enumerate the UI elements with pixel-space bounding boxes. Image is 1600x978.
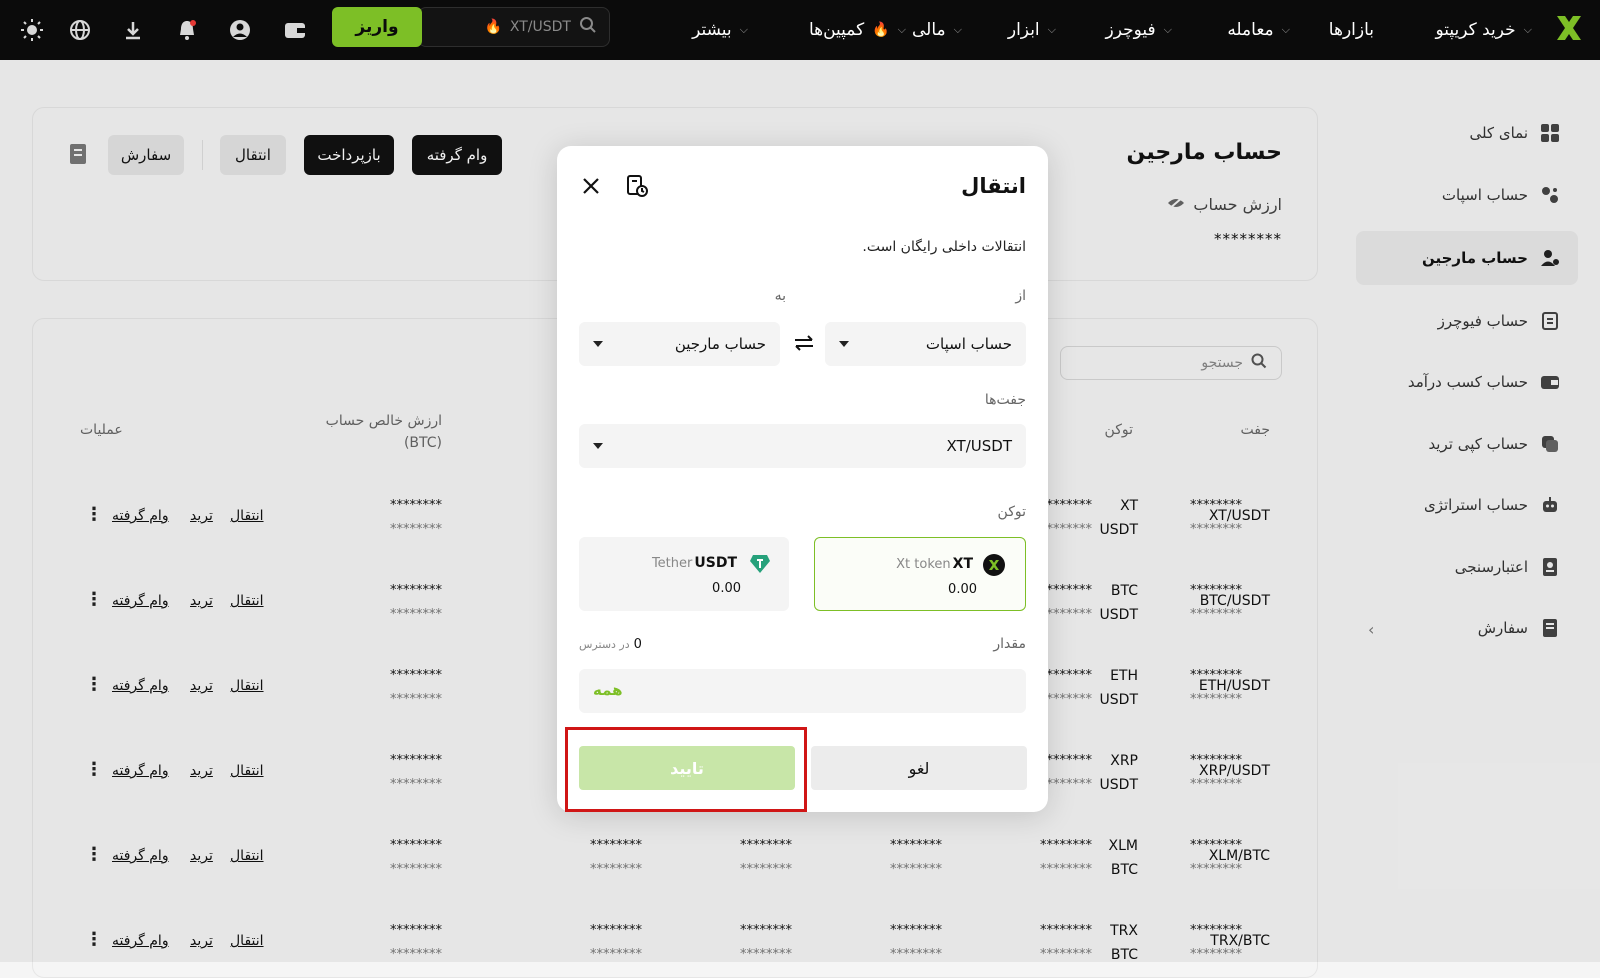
flame-icon: 🔥: [484, 19, 502, 35]
search-text: XT/USDT: [509, 19, 571, 35]
nav-label: بازارها: [1328, 20, 1374, 40]
nav-finance[interactable]: مالی ⌵: [912, 0, 962, 60]
bell-icon[interactable]: [172, 15, 202, 45]
transfer-history-icon[interactable]: [625, 174, 649, 202]
caret-down-icon: [593, 341, 603, 347]
nav-label: فیوچرز: [1105, 20, 1156, 40]
token-symbol: XT: [952, 556, 973, 572]
nav-buy-crypto[interactable]: خرید کریپتو ⌵: [1435, 0, 1532, 60]
nav-label: خرید کریپتو: [1435, 20, 1516, 40]
from-account-value: حساب اسپات: [925, 335, 1012, 353]
user-icon[interactable]: [225, 15, 255, 45]
to-label: به: [774, 288, 786, 304]
token-symbol: USDT: [694, 555, 737, 571]
nav-tools[interactable]: ابزار ⌵: [1008, 0, 1056, 60]
top-navigation-bar: خرید کریپتو ⌵ بازارها معامله ⌵ فیوچرز ⌵ …: [0, 0, 1600, 60]
chevron-down-icon: ⌵: [1281, 23, 1290, 36]
confirm-button-highlight: [565, 727, 807, 812]
chevron-down-icon: ⌵: [1047, 23, 1056, 36]
nav-trade[interactable]: معامله ⌵: [1227, 0, 1290, 60]
caret-down-icon: [593, 443, 603, 449]
modal-subtitle: انتقالات داخلی رایگان است.: [862, 239, 1026, 255]
token-name: Xt token: [896, 557, 951, 572]
to-account-select[interactable]: حساب مارجین: [579, 322, 780, 366]
nav-label: معامله: [1227, 20, 1274, 40]
from-account-select[interactable]: حساب اسپات: [825, 322, 1026, 366]
available-value: 0: [633, 637, 642, 652]
nav-label: ابزار: [1007, 20, 1040, 40]
pairs-value: XT/USDT: [946, 437, 1012, 455]
download-icon[interactable]: [118, 15, 148, 45]
globe-icon[interactable]: [65, 15, 95, 45]
swap-icon[interactable]: [793, 333, 815, 357]
tether-icon: [749, 554, 771, 578]
chevron-down-icon: ⌵: [953, 23, 962, 36]
pairs-label: جفت‌ها: [984, 392, 1026, 408]
token-option-xt[interactable]: Xt token XT 0.00: [814, 537, 1026, 611]
chevron-down-icon: ⌵: [739, 23, 748, 36]
amount-label: مقدار: [993, 636, 1026, 652]
token-amount: 0.00: [712, 581, 741, 596]
modal-title: انتقال: [961, 174, 1026, 198]
deposit-button[interactable]: واریز: [332, 7, 422, 47]
sun-icon[interactable]: [17, 15, 47, 45]
cancel-button[interactable]: لغو: [811, 746, 1027, 790]
nav-futures[interactable]: فیوچرز ⌵: [1106, 0, 1172, 60]
token-label: توکن: [997, 504, 1026, 520]
nav-markets[interactable]: بازارها: [1329, 0, 1374, 60]
transfer-modal: انتقال انتقالات داخلی رایگان است. از به …: [557, 146, 1048, 812]
brand-logo[interactable]: [1553, 12, 1585, 44]
search-icon: [579, 16, 597, 38]
all-amount-button[interactable]: همه: [593, 681, 623, 699]
amount-input[interactable]: همه: [579, 669, 1026, 713]
xt-token-title: Xt token XT: [896, 556, 973, 572]
token-name: Tether: [651, 556, 693, 571]
to-account-value: حساب مارجین: [674, 335, 766, 353]
available-balance: 0 در دسترس: [579, 637, 642, 652]
nav-label: مالی: [912, 20, 946, 40]
market-search-input[interactable]: 🔥 XT/USDT: [418, 7, 610, 47]
xt-token-icon: [983, 554, 1005, 580]
wallet-icon[interactable]: [280, 15, 310, 45]
nav-label: بیشتر: [692, 20, 732, 40]
available-label: در دسترس: [579, 638, 630, 651]
token-amount: 0.00: [948, 582, 977, 597]
from-label: از: [1015, 288, 1026, 304]
token-option-usdt[interactable]: Tether USDT 0.00: [579, 537, 789, 611]
caret-down-icon: [839, 341, 849, 347]
chevron-down-icon: ⌵: [1163, 23, 1172, 36]
chevron-down-icon: ⌵: [897, 23, 906, 36]
close-icon[interactable]: [581, 176, 601, 200]
usdt-token-title: Tether USDT: [652, 555, 737, 571]
chevron-down-icon: ⌵: [1523, 23, 1532, 36]
flame-icon: 🔥: [872, 22, 890, 38]
pairs-select[interactable]: XT/USDT: [579, 424, 1026, 468]
nav-more[interactable]: بیشتر ⌵: [692, 0, 748, 60]
nav-campaigns[interactable]: کمپین‌ها 🔥 ⌵: [809, 0, 906, 60]
nav-label: کمپین‌ها: [808, 20, 865, 40]
